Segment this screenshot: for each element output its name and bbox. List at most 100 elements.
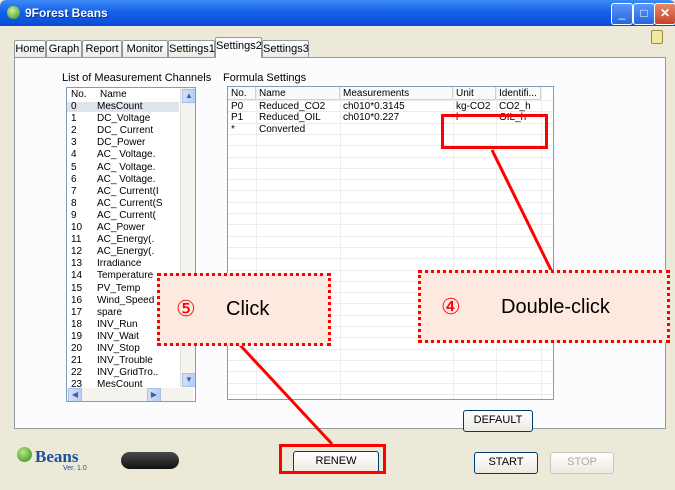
window-title: 9Forest Beans (25, 6, 108, 20)
channel-row[interactable]: 4 AC_ Voltage. (67, 150, 179, 160)
channel-list[interactable]: No. Name 0 MesCount 1 DC_Voltage 2 DC_ Curren… (66, 87, 196, 402)
start-button[interactable]: START (474, 452, 538, 474)
grid-row-line (228, 382, 553, 384)
grid-row-line (228, 348, 553, 350)
maximize-button[interactable]: □ (633, 3, 655, 25)
formula-header-measurements: Measurements (340, 87, 453, 100)
channel-header-name: Name (100, 89, 127, 100)
scroll-left-arrow-icon[interactable]: ◀ (68, 388, 82, 401)
channel-row-no: 9 (71, 210, 77, 221)
channel-row-name: Temperature (97, 271, 154, 282)
default-button[interactable]: DEFAULT (463, 410, 533, 432)
formula-header-name: Name (256, 87, 340, 100)
minimize-button[interactable]: _ (611, 3, 633, 25)
formula-cell-unit[interactable]: kg-CO2 (453, 101, 496, 112)
formula-cell-name[interactable]: Converted (256, 124, 340, 135)
channel-header-no: No. (71, 89, 87, 100)
channel-row[interactable]: 21 INV_Trouble (67, 356, 179, 366)
renew-button-highlight (279, 444, 386, 474)
channel-row-name: AC_Energy(. (97, 247, 155, 258)
grid-row-line (228, 156, 553, 158)
stop-button[interactable]: STOP (550, 452, 614, 474)
channel-row[interactable]: 11 AC_Energy(. (67, 235, 179, 245)
channel-row[interactable]: 10 AC_Power (67, 223, 179, 233)
scroll-up-arrow-icon[interactable]: ▲ (182, 89, 195, 103)
channel-row-no: 0 (71, 102, 77, 112)
channel-row-no: 21 (71, 356, 83, 367)
channel-row-no: 15 (71, 283, 83, 294)
channel-row-name: DC_Voltage (97, 114, 151, 125)
channel-row[interactable]: 9 AC_ Current( (67, 211, 179, 221)
formula-cell-no[interactable]: * (228, 124, 256, 135)
click-callout-text: Click (226, 298, 270, 320)
channel-row-no: 6 (71, 174, 77, 185)
formula-label: Formula Settings (223, 72, 307, 84)
channel-row-no: 18 (71, 319, 83, 330)
formula-cell-meas[interactable]: ch010*0.3145 (340, 101, 453, 112)
close-button[interactable]: ✕ (654, 3, 675, 25)
channel-row[interactable]: 2 DC_ Current (67, 126, 179, 136)
channel-row-name: MesCount (97, 102, 143, 112)
channel-row-no: 11 (71, 235, 82, 246)
channel-row-name: INV_Stop (97, 344, 140, 354)
formula-cell-name[interactable]: Reduced_OIL (256, 112, 340, 123)
channel-row-name: Irradiance (97, 259, 142, 270)
channel-row[interactable]: 6 AC_ Voltage. (67, 175, 179, 185)
channel-row-name: AC_ Current(I (97, 186, 159, 197)
click-callout: ⑤ Click (157, 273, 331, 346)
formula-cell-no[interactable]: P0 (228, 101, 256, 112)
channel-row-no: 19 (71, 331, 83, 342)
channel-row-no: 7 (71, 186, 77, 197)
tab-settings3[interactable]: Settings3 (262, 40, 309, 57)
channel-row[interactable]: 22 INV_GridTro.. (67, 368, 179, 378)
channel-row[interactable]: 1 DC_Voltage (67, 114, 179, 124)
channel-row-name: DC_Power (97, 138, 146, 149)
tab-settings1[interactable]: Settings1 (168, 40, 215, 57)
channel-row-name: AC_ Current( (97, 210, 156, 221)
channel-row-name: AC_ Voltage. (97, 162, 156, 173)
channel-row[interactable]: 3 DC_Power (67, 138, 179, 148)
grid-row-line (228, 246, 553, 248)
formula-cell-no[interactable]: P1 (228, 112, 256, 123)
formula-cell-id[interactable]: CO2_h (496, 101, 541, 112)
status-indicator (121, 452, 179, 469)
title-bar[interactable]: 9Forest Beans _ □ ✕ (0, 0, 675, 26)
grid-row-line (228, 213, 553, 214)
tab-report[interactable]: Report (82, 40, 122, 57)
tab-graph[interactable]: Graph (46, 40, 82, 57)
channel-row-no: 16 (71, 295, 83, 306)
tab-monitor[interactable]: Monitor (122, 40, 168, 57)
channel-row-name: AC_ Voltage. (97, 174, 156, 185)
channel-row-no: 4 (71, 150, 77, 161)
channel-row-name: AC_Energy(. (97, 235, 155, 246)
channel-row-name: AC_ Current(S (97, 198, 163, 209)
grid-row-line (228, 393, 553, 395)
channel-horizontal-scrollbar[interactable]: ◀ ▶ (67, 388, 193, 401)
double-click-callout-text: Double-click (501, 296, 610, 318)
formula-cell-name[interactable]: Reduced_CO2 (256, 101, 340, 112)
channel-row[interactable]: 0 MesCount (67, 102, 179, 112)
channel-row-name: PV_Temp (97, 283, 141, 294)
channel-row[interactable]: 12 AC_Energy(. (67, 247, 179, 257)
scroll-down-arrow-icon[interactable]: ▼ (182, 373, 195, 387)
scroll-right-arrow-icon[interactable]: ▶ (147, 388, 161, 401)
channel-row[interactable]: 13 Irradiance (67, 259, 179, 269)
channel-row[interactable]: 8 AC_ Current(S (67, 199, 179, 209)
tab-settings2[interactable]: Settings2 (215, 37, 262, 58)
channel-row-name: AC_Power (97, 223, 145, 233)
channel-row[interactable]: 7 AC_ Current(I (67, 187, 179, 197)
channel-row-no: 20 (71, 344, 83, 354)
tab-home[interactable]: Home (14, 40, 46, 57)
formula-header-unit: Unit (453, 87, 496, 100)
formula-cell-meas[interactable] (340, 124, 453, 135)
lock-icon[interactable] (651, 30, 663, 44)
channel-row-no: 3 (71, 138, 77, 149)
channel-row[interactable]: 5 AC_ Voltage. (67, 163, 179, 173)
channel-row-name: DC_ Current (97, 126, 154, 137)
grid-row-line (228, 201, 553, 203)
channel-row-name: INV_Run (97, 319, 138, 330)
formula-cell-meas[interactable]: ch010*0.227 (340, 112, 453, 123)
version-label: Ver. 1.0 (63, 465, 87, 472)
channel-row-no: 2 (71, 126, 77, 137)
grid-row-line (228, 371, 553, 373)
